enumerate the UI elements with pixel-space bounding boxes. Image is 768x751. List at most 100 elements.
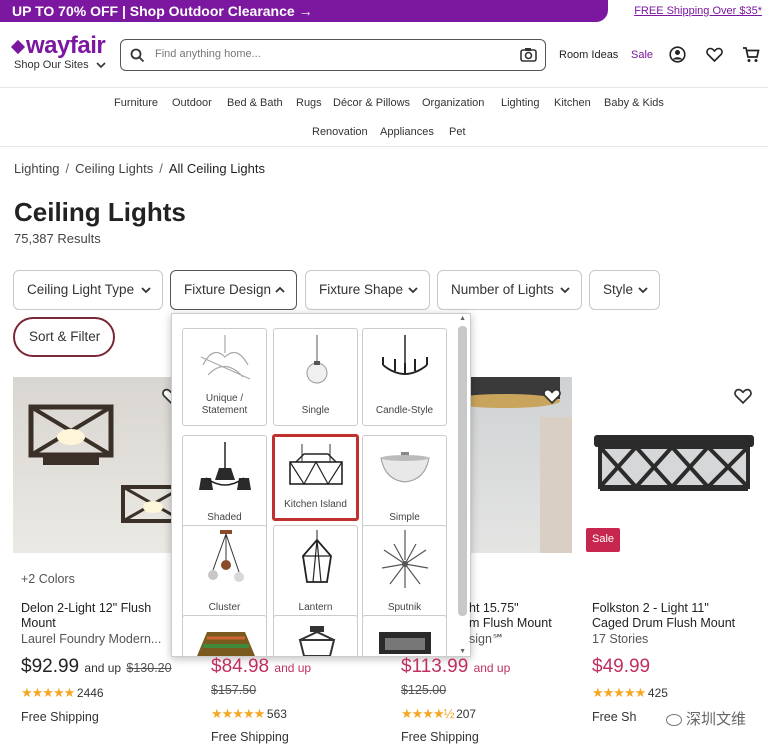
option-lantern[interactable]: Lantern bbox=[273, 525, 358, 623]
breadcrumb-ceiling-lights[interactable]: Ceiling Lights bbox=[75, 161, 153, 176]
product-brand[interactable]: sign℠ bbox=[469, 632, 505, 647]
option-label: Shaded bbox=[207, 512, 242, 523]
favorite-heart-icon[interactable] bbox=[543, 387, 561, 405]
free-shipping-label: Free Shipping bbox=[21, 710, 99, 724]
nav-rugs[interactable]: Rugs bbox=[296, 97, 322, 109]
and-up-label: and up bbox=[274, 661, 312, 675]
option-kitchen-island[interactable]: Kitchen Island bbox=[272, 434, 359, 521]
option-label: Cluster bbox=[208, 602, 241, 613]
product-colors[interactable]: +2 Colors bbox=[21, 572, 75, 587]
option-semi-flush[interactable] bbox=[273, 615, 358, 656]
nav-pet[interactable]: Pet bbox=[449, 126, 466, 138]
chevron-down-icon bbox=[141, 287, 151, 294]
option-shaded[interactable]: Shaded bbox=[182, 435, 267, 533]
shop-our-sites-dropdown[interactable]: Shop Our Sites bbox=[14, 59, 106, 71]
option-drum[interactable] bbox=[362, 615, 447, 656]
search-icon bbox=[130, 48, 145, 63]
scroll-down-icon[interactable]: ▼ bbox=[459, 648, 466, 655]
option-unique-statement[interactable]: Unique / Statement bbox=[182, 328, 267, 426]
header-divider bbox=[0, 87, 768, 88]
option-simple[interactable]: Simple bbox=[362, 435, 447, 533]
product-price: $49.99 bbox=[592, 656, 651, 677]
free-shipping-label: Free Sh bbox=[592, 710, 637, 724]
heart-icon[interactable] bbox=[706, 47, 723, 62]
breadcrumb-current: All Ceiling Lights bbox=[168, 161, 265, 176]
filter-number-of-lights[interactable]: Number of Lights bbox=[437, 270, 582, 310]
sort-filter-button[interactable]: Sort & Filter bbox=[13, 317, 115, 357]
filter-fixture-shape[interactable]: Fixture Shape bbox=[305, 270, 430, 310]
rating-count: 563 bbox=[266, 707, 287, 721]
rating-stars[interactable]: ★★★★★ 563 bbox=[211, 706, 287, 722]
nav-outdoor[interactable]: Outdoor bbox=[172, 97, 212, 109]
option-cluster[interactable]: Cluster bbox=[182, 525, 267, 623]
free-shipping-link[interactable]: FREE Shipping Over $35* bbox=[634, 5, 762, 17]
filter-style[interactable]: Style bbox=[589, 270, 660, 310]
room-ideas-link[interactable]: Room Ideas bbox=[559, 49, 618, 61]
option-label: Simple bbox=[389, 512, 420, 523]
option-label: Lantern bbox=[298, 602, 333, 613]
wayfair-logo[interactable]: wayfair bbox=[10, 32, 106, 60]
favorite-heart-icon[interactable] bbox=[734, 387, 752, 405]
and-up-label: and up bbox=[473, 661, 511, 675]
nav-furniture[interactable]: Furniture bbox=[114, 97, 158, 109]
nav-lighting[interactable]: Lighting bbox=[501, 97, 540, 109]
nav-renovation[interactable]: Renovation bbox=[312, 126, 368, 138]
nav-baby-kids[interactable]: Baby & Kids bbox=[604, 97, 664, 109]
product-brand[interactable]: 17 Stories bbox=[592, 632, 648, 647]
nav-appliances[interactable]: Appliances bbox=[380, 126, 434, 138]
breadcrumb: Lighting / Ceiling Lights / All Ceiling Ligh… bbox=[14, 161, 265, 176]
sale-link[interactable]: Sale bbox=[631, 49, 653, 61]
tiffany-shade-icon bbox=[197, 632, 255, 656]
product-name[interactable]: ht 15.75" bbox=[469, 601, 519, 616]
lantern-icon bbox=[302, 530, 332, 583]
filter-ceiling-light-type[interactable]: Ceiling Light Type bbox=[13, 270, 163, 310]
product-brand[interactable]: Laurel Foundry Modern... bbox=[21, 632, 161, 647]
nav-kitchen[interactable]: Kitchen bbox=[554, 97, 591, 109]
rating-stars[interactable]: ★★★★½ 207 bbox=[401, 706, 476, 722]
flush-bowl-icon bbox=[380, 452, 430, 483]
sites-label: Shop Our Sites bbox=[14, 59, 89, 71]
free-shipping-label: Free Shipping bbox=[211, 730, 289, 744]
breadcrumb-lighting[interactable]: Lighting bbox=[14, 161, 60, 176]
rating-stars[interactable]: ★★★★★ 2446 bbox=[21, 685, 104, 701]
nav-decor-pillows[interactable]: Décor & Pillows bbox=[333, 97, 410, 109]
pendant-single-icon bbox=[306, 335, 328, 384]
chevron-down-icon bbox=[408, 287, 418, 294]
was-price: $130.20 bbox=[126, 661, 172, 675]
nav-organization[interactable]: Organization bbox=[422, 97, 484, 109]
product-name[interactable]: Delon 2-Light 12" Flush bbox=[21, 601, 151, 616]
product-name[interactable]: Mount bbox=[21, 616, 56, 631]
rating-count: 207 bbox=[456, 707, 477, 721]
price-value: $92.99 bbox=[21, 656, 80, 677]
product-name[interactable]: Folkston 2 - Light 11" bbox=[592, 601, 709, 616]
product-name[interactable]: Caged Drum Flush Mount bbox=[592, 616, 735, 631]
option-tiffany[interactable] bbox=[182, 615, 267, 656]
option-single[interactable]: Single bbox=[273, 328, 358, 426]
filter-label: Fixture Design bbox=[184, 282, 272, 297]
chandelier-statement-icon bbox=[200, 335, 251, 380]
camera-icon[interactable] bbox=[520, 47, 537, 62]
rating-stars[interactable]: ★★★★★ 425 bbox=[592, 685, 668, 701]
was-price: $125.00 bbox=[401, 683, 447, 697]
chevron-up-icon bbox=[275, 286, 285, 293]
logo-mark-icon bbox=[10, 39, 26, 54]
shaded-chandelier-icon bbox=[199, 442, 251, 490]
breadcrumb-separator: / bbox=[65, 161, 70, 176]
nav-bed-bath[interactable]: Bed & Bath bbox=[227, 97, 283, 109]
product-price: $113.99 and up bbox=[401, 656, 510, 678]
drum-icon bbox=[379, 632, 431, 654]
account-icon[interactable] bbox=[669, 46, 686, 63]
product-image-folkston[interactable] bbox=[586, 377, 756, 553]
scrollbar-thumb[interactable] bbox=[458, 326, 467, 616]
promo-banner[interactable]: UP TO 70% OFF | Shop Outdoor Clearance → bbox=[0, 0, 608, 22]
option-sputnik[interactable]: Sputnik bbox=[362, 525, 447, 623]
scroll-up-icon[interactable]: ▲ bbox=[459, 315, 466, 322]
option-candle-style[interactable]: Candle-Style bbox=[362, 328, 447, 426]
cart-icon[interactable] bbox=[742, 46, 760, 63]
logo-text: wayfair bbox=[26, 32, 106, 59]
filter-fixture-design[interactable]: Fixture Design bbox=[170, 270, 297, 310]
search-bar[interactable]: Find anything home... bbox=[120, 39, 546, 71]
semi-flush-icon bbox=[298, 626, 336, 656]
search-input[interactable]: Find anything home... bbox=[155, 48, 261, 60]
product-name[interactable]: m Flush Mount bbox=[469, 616, 552, 631]
